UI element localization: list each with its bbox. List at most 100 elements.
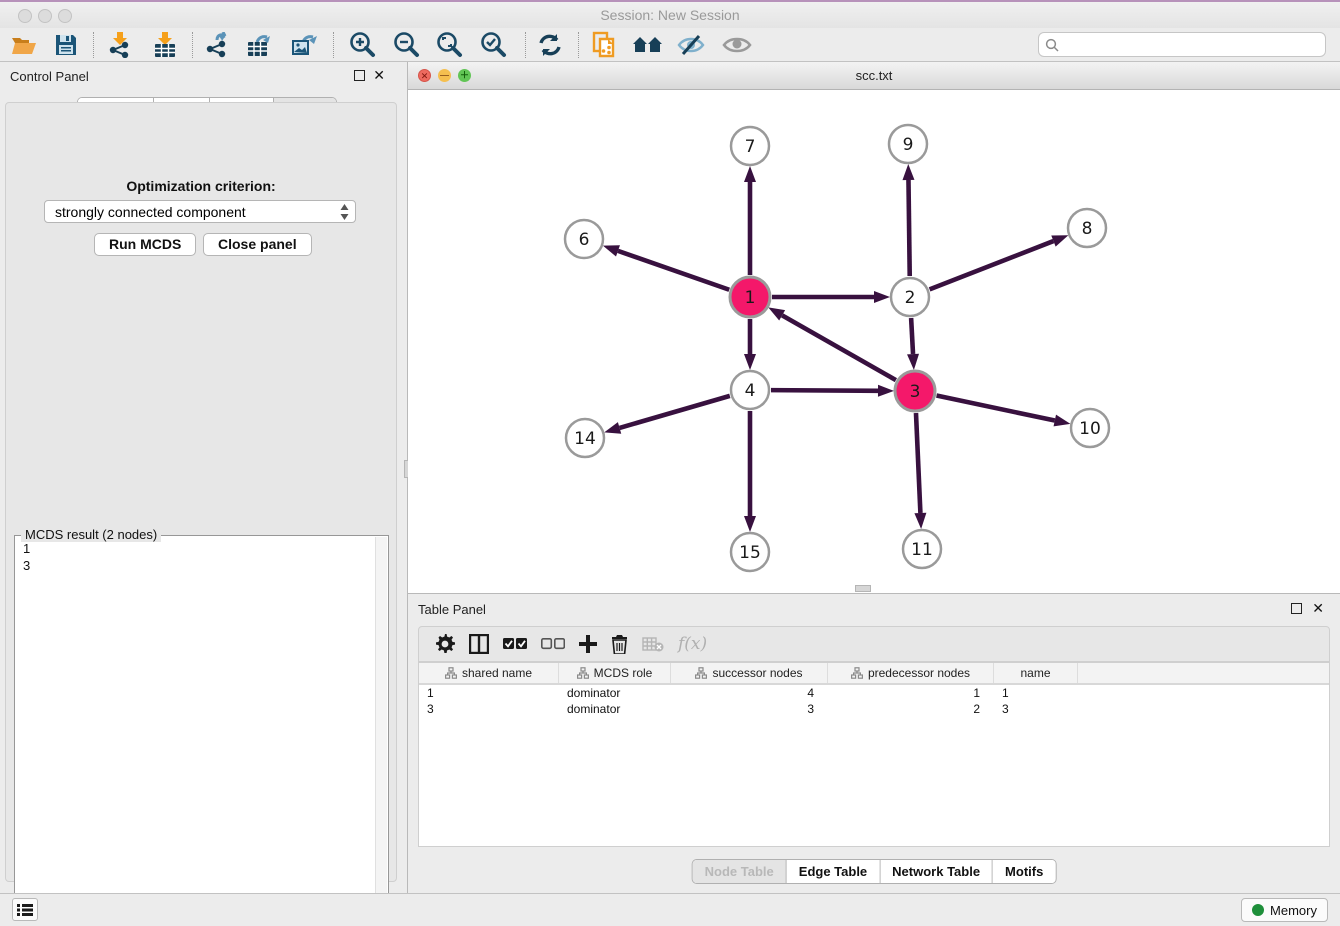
save-session-icon[interactable]: [50, 30, 82, 60]
select-all-icon[interactable]: [503, 637, 527, 651]
zoom-fit-icon[interactable]: [433, 30, 465, 60]
mcds-result-box: MCDS result (2 nodes) 13: [14, 535, 389, 913]
graph-edge-3-10[interactable]: [937, 396, 1055, 421]
graph-node-label-9: 9: [903, 135, 914, 155]
show-all-icon[interactable]: [721, 30, 753, 60]
import-network-icon[interactable]: [104, 30, 136, 60]
network-view-window: ✕ — ＋ scc.txt 7968124314101511: [408, 62, 1340, 593]
optimization-criterion-label: Optimization criterion:: [6, 178, 396, 194]
tab-network-table[interactable]: Network Table: [880, 860, 993, 883]
table-cell[interactable]: 1: [828, 685, 994, 701]
optimization-criterion-select[interactable]: strongly connected component: [44, 200, 356, 223]
table-cell[interactable]: 4: [671, 685, 828, 701]
show-columns-icon[interactable]: [469, 634, 489, 654]
mcds-result-item[interactable]: 3: [23, 557, 374, 574]
tab-node-table[interactable]: Node Table: [693, 860, 787, 883]
zoom-out-icon[interactable]: [390, 30, 422, 60]
memory-label: Memory: [1270, 903, 1317, 918]
graph-edge-1-6[interactable]: [618, 251, 729, 290]
mcds-result-item[interactable]: 1: [23, 540, 374, 557]
graph-edge-4-14[interactable]: [620, 396, 730, 428]
export-image-icon[interactable]: [289, 30, 321, 60]
graph-edge-2-8[interactable]: [930, 241, 1054, 289]
graph-node-label-7: 7: [745, 137, 756, 157]
horizontal-splitter-handle[interactable]: [855, 585, 871, 592]
mcds-result-list[interactable]: 13: [17, 540, 374, 910]
search-input[interactable]: [1063, 37, 1325, 52]
node-table-header: shared nameMCDS rolesuccessor nodesprede…: [419, 663, 1329, 685]
tab-motifs[interactable]: Motifs: [993, 860, 1055, 883]
run-mcds-button[interactable]: Run MCDS: [94, 233, 196, 256]
delete-row-trash-icon[interactable]: [611, 635, 628, 654]
table-cell[interactable]: 3: [419, 701, 559, 717]
network-graph-canvas[interactable]: 7968124314101511: [408, 90, 1340, 593]
table-float-panel-icon[interactable]: [1291, 603, 1302, 614]
zoom-in-icon[interactable]: [346, 30, 378, 60]
show-panels-list-icon[interactable]: [12, 898, 38, 921]
node-table: shared nameMCDS rolesuccessor nodesprede…: [418, 662, 1330, 847]
import-table-icon[interactable]: [149, 30, 181, 60]
graph-edge-4-3[interactable]: [771, 390, 878, 391]
table-settings-gear-icon[interactable]: [435, 634, 455, 654]
graph-node-label-4: 4: [745, 381, 756, 401]
main-toolbar: [0, 28, 1340, 62]
function-builder-icon[interactable]: f(x): [678, 634, 707, 654]
graph-edge-3-11[interactable]: [916, 413, 920, 513]
column-header-name[interactable]: name: [994, 663, 1078, 683]
network-window-title: scc.txt: [408, 68, 1340, 83]
memory-button[interactable]: Memory: [1241, 898, 1328, 922]
table-cell[interactable]: 2: [828, 701, 994, 717]
float-panel-icon[interactable]: [354, 70, 365, 81]
table-cell[interactable]: 1: [994, 685, 1078, 701]
clone-network-icon[interactable]: [589, 30, 621, 60]
table-cell[interactable]: 3: [671, 701, 828, 717]
delete-column-icon[interactable]: [642, 636, 664, 652]
mcds-result-scrollbar[interactable]: [375, 537, 387, 911]
close-panel-button[interactable]: Close panel: [203, 233, 312, 256]
node-table-body: 1dominator4113dominator323: [419, 685, 1329, 717]
graph-node-label-15: 15: [739, 543, 761, 563]
refresh-icon[interactable]: [534, 30, 566, 60]
add-column-icon[interactable]: [579, 635, 597, 653]
open-session-icon[interactable]: [8, 30, 40, 60]
export-table-icon[interactable]: [245, 30, 277, 60]
graph-edge-3-1[interactable]: [782, 315, 896, 380]
graph-node-label-10: 10: [1079, 419, 1101, 439]
table-row[interactable]: 3dominator323: [419, 701, 1329, 717]
control-panel-header: Control Panel ✕: [0, 62, 407, 90]
mcds-panel-body: Optimization criterion: strongly connect…: [5, 102, 397, 882]
zoom-selected-icon[interactable]: [477, 30, 509, 60]
deselect-all-icon[interactable]: [541, 637, 565, 651]
graph-edge-2-9[interactable]: [908, 180, 909, 276]
column-header-predecessor-nodes[interactable]: predecessor nodes: [828, 663, 994, 683]
close-panel-icon[interactable]: ✕: [373, 67, 385, 83]
network-window-titlebar: ✕ — ＋ scc.txt: [408, 62, 1340, 90]
table-close-panel-icon[interactable]: ✕: [1312, 600, 1324, 616]
column-header-shared-name[interactable]: shared name: [419, 663, 559, 683]
graph-node-label-11: 11: [911, 540, 933, 560]
export-network-icon[interactable]: [202, 30, 234, 60]
column-header-MCDS-role[interactable]: MCDS role: [559, 663, 671, 683]
table-toolbar: f(x): [418, 626, 1330, 662]
select-stepper-icon: [340, 204, 349, 220]
column-header-successor-nodes[interactable]: successor nodes: [671, 663, 828, 683]
table-panel: Table Panel ✕ f(x) shared nameMCDS roles…: [408, 593, 1340, 893]
table-cell[interactable]: dominator: [559, 685, 671, 701]
table-cell[interactable]: dominator: [559, 701, 671, 717]
graph-edge-2-3[interactable]: [911, 318, 913, 354]
table-row[interactable]: 1dominator411: [419, 685, 1329, 701]
app-title-bar: Session: New Session: [0, 0, 1340, 28]
control-panel-title: Control Panel: [10, 69, 89, 84]
graph-node-label-2: 2: [905, 288, 916, 308]
graph-node-label-14: 14: [574, 429, 596, 449]
hide-selected-icon[interactable]: [676, 30, 708, 60]
graph-node-label-6: 6: [579, 230, 590, 250]
first-neighbors-icon[interactable]: [632, 30, 664, 60]
search-field[interactable]: [1038, 32, 1326, 57]
graph-node-label-8: 8: [1082, 219, 1093, 239]
search-icon: [1045, 38, 1059, 52]
table-cell[interactable]: 3: [994, 701, 1078, 717]
tab-edge-table[interactable]: Edge Table: [787, 860, 880, 883]
table-cell[interactable]: 1: [419, 685, 559, 701]
app-title: Session: New Session: [0, 7, 1340, 23]
